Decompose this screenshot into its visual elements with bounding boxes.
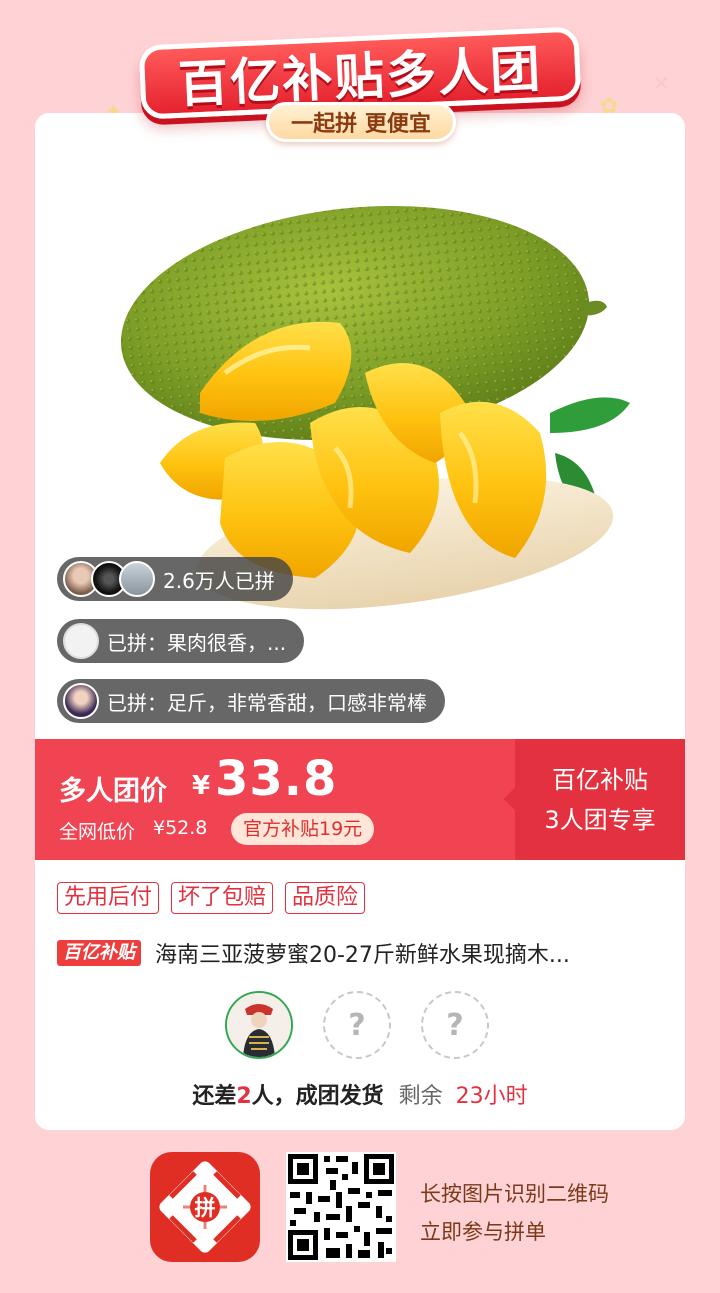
- subsidy-logo-badge: 百亿补贴: [57, 940, 141, 966]
- guarantee-tags: 先用后付 坏了包赔 品质险: [57, 882, 366, 914]
- price-bar: 多人团价 ¥ 33.8 全网低价 ¥52.8 官方补贴19元 百亿补贴 3人团专…: [35, 739, 685, 860]
- remaining-time: 23小时: [455, 1084, 528, 1109]
- group-status: 还差2人，成团发货 剩余 23小时: [35, 1078, 685, 1110]
- promo-banner: 百亿补贴多人团 一起拼 更便宜: [138, 18, 582, 142]
- tag-damage-refund: 坏了包赔: [171, 882, 274, 914]
- pinduoduo-logo-icon: 拼: [159, 1161, 251, 1253]
- avatar: [63, 623, 99, 659]
- subsidy-exclusive-panel: 百亿补贴 3人团专享: [515, 739, 685, 860]
- group-price-value: 33.8: [215, 751, 338, 807]
- original-price-label: 全网低价: [59, 821, 136, 843]
- member-avatar-image: [227, 993, 291, 1057]
- product-title-row[interactable]: 百亿补贴 海南三亚菠萝蜜20-27斤新鲜水果现摘木...: [57, 936, 667, 970]
- review-chip: 已拼：果肉很香，...: [57, 619, 305, 663]
- question-mark-icon: ?: [446, 1007, 464, 1043]
- empty-member-slot: ?: [323, 991, 391, 1059]
- qr-instruction-line2: 立即参与拼单: [420, 1220, 546, 1244]
- product-title[interactable]: 海南三亚菠萝蜜20-27斤新鲜水果现摘木...: [155, 937, 570, 969]
- tag-quality-insurance: 品质险: [285, 882, 366, 914]
- banner-subtitle: 一起拼 更便宜: [291, 112, 431, 137]
- status-suffix: 人，成团发货: [251, 1084, 384, 1109]
- review-text: 已拼：足斤，非常香甜，口感非常棒: [107, 690, 427, 715]
- group-price-label: 多人团价: [59, 776, 167, 807]
- group-members: ? ?: [225, 991, 489, 1059]
- joined-count-chip: 2.6万人已拼: [57, 557, 293, 601]
- original-price-value: ¥52.8: [153, 817, 208, 839]
- banner-subtitle-pill: 一起拼 更便宜: [266, 102, 456, 142]
- tag-pay-later: 先用后付: [57, 882, 160, 914]
- member-avatar: [225, 991, 293, 1059]
- empty-member-slot: ?: [421, 991, 489, 1059]
- currency-symbol: ¥: [192, 771, 211, 801]
- status-missing-count: 2: [236, 1084, 252, 1109]
- subsidy-panel-line2: 3人团专享: [544, 805, 656, 834]
- remaining-label: 剩余: [398, 1084, 443, 1109]
- qr-code[interactable]: [286, 1152, 396, 1262]
- avatar: [119, 561, 155, 597]
- app-logo: 拼: [150, 1152, 260, 1262]
- sparkle-decoration: ✕: [652, 72, 671, 97]
- avatar: [63, 683, 99, 719]
- joined-count-text: 2.6万人已拼: [163, 568, 275, 593]
- question-mark-icon: ?: [348, 1007, 366, 1043]
- subsidy-badge: 官方补贴19元: [231, 813, 375, 845]
- qr-code-icon: [286, 1152, 396, 1262]
- product-card[interactable]: 2.6万人已拼 已拼：果肉很香，... 已拼：足斤，非常香甜，口感非常棒 多人团…: [35, 113, 685, 1130]
- qr-instructions: 长按图片识别二维码 立即参与拼单: [420, 1175, 609, 1251]
- review-chip: 已拼：足斤，非常香甜，口感非常棒: [57, 679, 445, 723]
- qr-instruction-line1: 长按图片识别二维码: [420, 1182, 609, 1206]
- review-text: 已拼：果肉很香，...: [107, 630, 287, 655]
- subsidy-panel-line1: 百亿补贴: [552, 765, 648, 794]
- app-logo-text: 拼: [195, 1196, 216, 1220]
- status-prefix: 还差: [192, 1084, 237, 1109]
